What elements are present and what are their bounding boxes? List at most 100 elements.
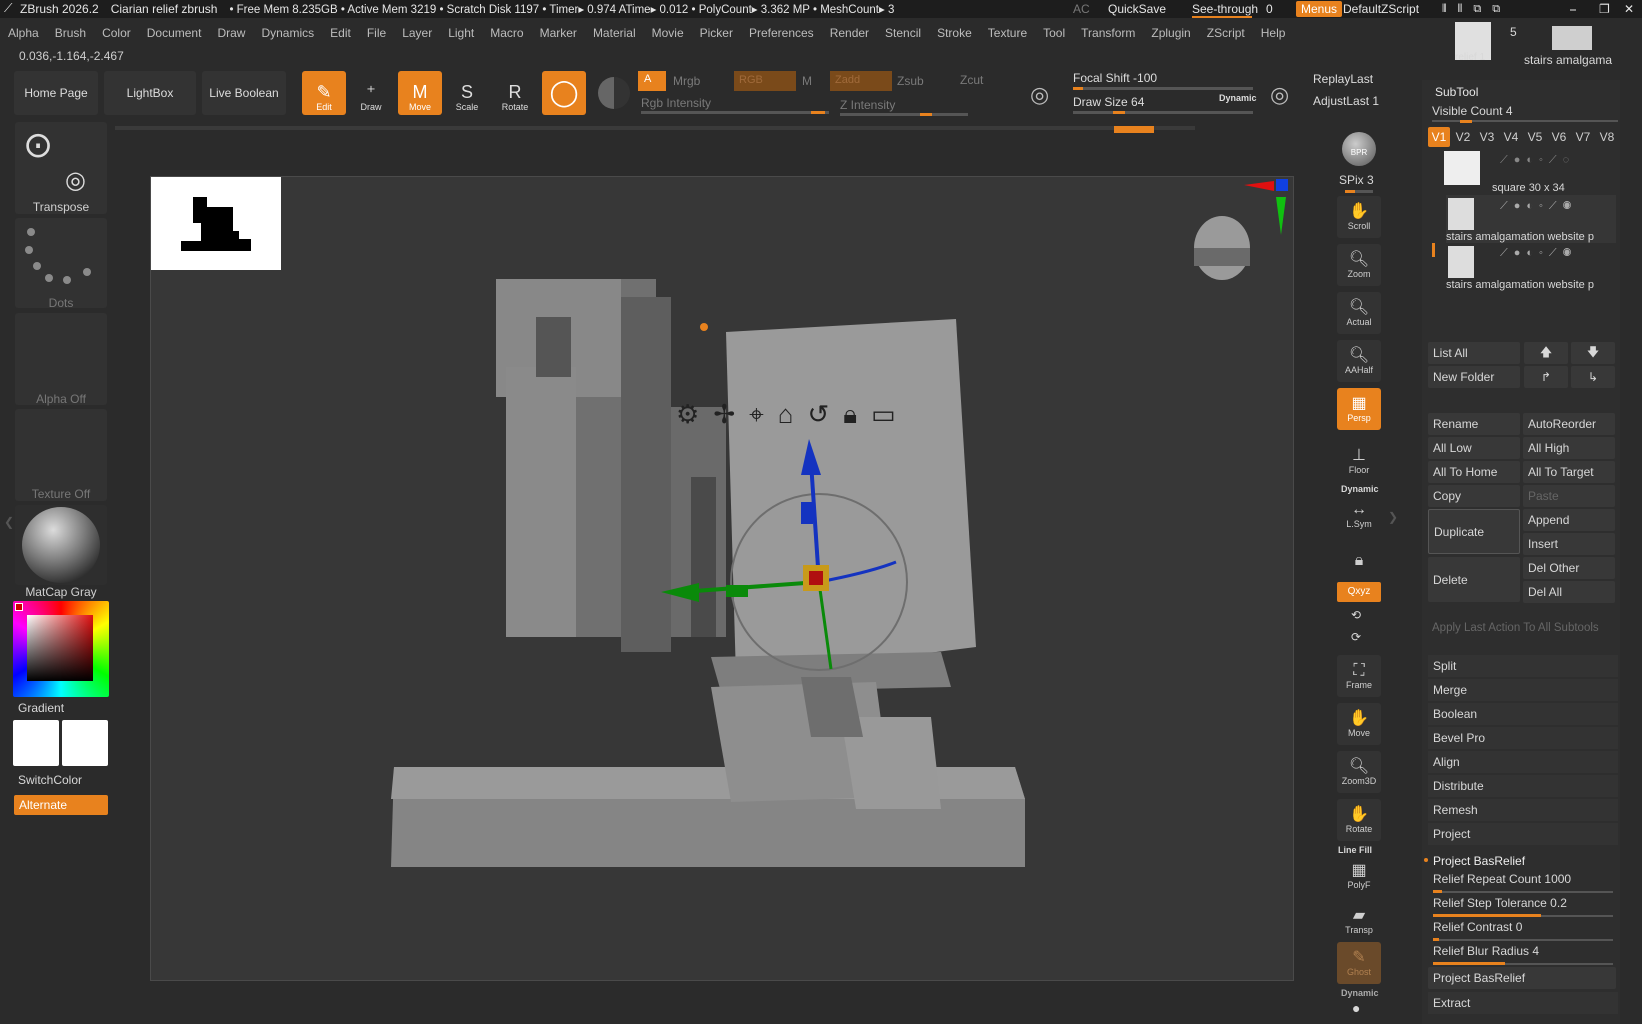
move-mode-button[interactable]: M Move [398, 71, 442, 115]
del-all-button[interactable]: Del All [1523, 581, 1615, 603]
rgb-intensity-slider[interactable] [641, 111, 829, 114]
subtool-name-1[interactable]: square 30 x 34 [1492, 182, 1565, 194]
panel-collapse-icon[interactable]: ❯ [1388, 510, 1398, 524]
transp-button[interactable]: ▰ Transp [1337, 900, 1381, 942]
section-align[interactable]: Align [1428, 751, 1618, 773]
color-picker[interactable] [13, 601, 109, 697]
menu-movie[interactable]: Movie [644, 26, 692, 40]
gizmo-pin-icon[interactable]: ✢ [713, 399, 735, 431]
menu-zscript[interactable]: ZScript [1199, 26, 1253, 40]
version-tab-v4[interactable]: V4 [1500, 127, 1522, 147]
frame-button[interactable]: ⛶ Frame [1337, 655, 1381, 697]
rename-button[interactable]: Rename [1428, 413, 1520, 435]
window-layout-icons[interactable]: ⫴ ⫴ ⧉ ⧉ [1442, 0, 1504, 18]
menu-brush[interactable]: Brush [47, 26, 94, 40]
minimize-icon[interactable]: ⎯ [1570, 0, 1576, 18]
subtool-name-2[interactable]: stairs amalgamation website p [1446, 231, 1594, 243]
subtool-icons-3[interactable]: ⟋●◐◦⟋◉ [1500, 247, 1577, 260]
persp-button[interactable]: ▦ Persp [1337, 388, 1381, 430]
menu-file[interactable]: File [359, 26, 394, 40]
canvas-viewport[interactable]: ⚙ ✢ ⌖ ⌂ ↺ 🔒︎ ▭ [150, 176, 1294, 981]
menu-light[interactable]: Light [440, 26, 482, 40]
gizmo-reset-icon[interactable]: ↺ [807, 399, 829, 431]
relief-blur-radius-slider[interactable]: Relief Blur Radius 4 [1428, 944, 1618, 966]
menu-render[interactable]: Render [822, 26, 877, 40]
stairs-tool-thumbnail[interactable] [1552, 26, 1592, 50]
folder-in-icon[interactable]: ↳ [1571, 366, 1615, 388]
duplicate-button[interactable]: Duplicate [1428, 509, 1520, 554]
edit-mode-button[interactable]: ✎ Edit [302, 71, 346, 115]
rotate-view-button[interactable]: ✋ Rotate [1337, 799, 1381, 841]
restore-icon[interactable]: ❐ [1599, 0, 1610, 18]
solo-icon[interactable]: ● [1352, 1000, 1360, 1016]
version-tab-v8[interactable]: V8 [1596, 127, 1618, 147]
draw-size-slider[interactable] [1073, 111, 1253, 114]
scroll-button[interactable]: ✋ Scroll [1337, 196, 1381, 238]
subtool-thumb-stairs-1[interactable] [1448, 198, 1474, 230]
zsub-toggle[interactable]: Zsub [897, 74, 924, 88]
menu-transform[interactable]: Transform [1073, 26, 1143, 40]
insert-button[interactable]: Insert [1523, 533, 1615, 555]
version-tab-v7[interactable]: V7 [1572, 127, 1594, 147]
dynamic-label[interactable]: Dynamic [1219, 93, 1257, 103]
version-tab-v2[interactable]: V2 [1452, 127, 1474, 147]
section-merge[interactable]: Merge [1428, 679, 1618, 701]
rotate-z-icon[interactable]: ⟳ [1351, 630, 1361, 644]
zoom3d-button[interactable]: 🔍︎ Zoom3D [1337, 751, 1381, 793]
all-to-home-button[interactable]: All To Home [1428, 461, 1520, 483]
all-high-button[interactable]: All High [1523, 437, 1615, 459]
focal-shift-slider[interactable] [1073, 87, 1253, 90]
menu-texture[interactable]: Texture [980, 26, 1035, 40]
menu-draw[interactable]: Draw [209, 26, 253, 40]
menu-help[interactable]: Help [1253, 26, 1294, 40]
menu-stroke[interactable]: Stroke [929, 26, 980, 40]
draw-mode-button[interactable]: ⁺ Draw [349, 71, 393, 115]
adjust-icon[interactable]: ◎ [1270, 82, 1289, 108]
relief-repeat-count-slider[interactable]: Relief Repeat Count 1000 [1428, 872, 1618, 894]
relief-contrast-slider[interactable]: Relief Contrast 0 [1428, 920, 1618, 942]
section-distribute[interactable]: Distribute [1428, 775, 1618, 797]
apply-last-action-button[interactable]: Apply Last Action To All Subtools [1432, 622, 1599, 634]
close-icon[interactable]: ✕ [1624, 0, 1634, 18]
folder-out-icon[interactable]: ↱ [1524, 366, 1568, 388]
bpr-button[interactable]: BPR [1337, 128, 1381, 170]
shelf-scroll-thumb[interactable] [1114, 126, 1154, 133]
home-page-button[interactable]: Home Page [14, 71, 98, 115]
menu-preferences[interactable]: Preferences [741, 26, 822, 40]
gizmo-toggle-button[interactable]: ◯ [542, 71, 586, 115]
default-zscript-button[interactable]: DefaultZScript [1343, 0, 1419, 18]
material-sphere-icon[interactable] [598, 77, 630, 109]
menu-material[interactable]: Material [585, 26, 644, 40]
menu-zplugin[interactable]: Zplugin [1143, 26, 1198, 40]
del-other-button[interactable]: Del Other [1523, 557, 1615, 579]
auto-reorder-button[interactable]: AutoReorder [1523, 413, 1615, 435]
menu-dynamics[interactable]: Dynamics [253, 26, 322, 40]
section-bevel-pro[interactable]: Bevel Pro [1428, 727, 1618, 749]
gizmo-location-icon[interactable]: ⌖ [749, 399, 764, 431]
subtool-title[interactable]: SubTool [1435, 85, 1478, 99]
lsym-button[interactable]: ↔ L.Sym [1337, 494, 1381, 536]
menus-toggle[interactable]: Menus [1296, 1, 1343, 17]
polyf-button[interactable]: ▦ PolyF [1337, 855, 1381, 897]
subtool-icons-1[interactable]: ⟋●◐◦⟋◌ [1500, 154, 1575, 167]
shelf-scroll-track[interactable] [115, 126, 1195, 130]
a-toggle[interactable]: A [638, 71, 666, 91]
subtool-thumb-square[interactable] [1444, 151, 1480, 185]
version-tab-v3[interactable]: V3 [1476, 127, 1498, 147]
section-project[interactable]: Project [1428, 823, 1618, 845]
menu-alpha[interactable]: Alpha [0, 26, 47, 40]
main-color-swatch[interactable] [15, 603, 23, 611]
alternate-button[interactable]: Alternate [14, 795, 108, 815]
version-tab-v5[interactable]: V5 [1524, 127, 1546, 147]
subtool-icons-2[interactable]: ⟋●◐◦⟋◉ [1500, 200, 1577, 213]
gizmo-settings-icon[interactable]: ⚙ [676, 399, 699, 431]
left-panel-collapse-icon[interactable]: ❮ [4, 515, 14, 529]
secondary-color-swatch[interactable] [62, 720, 108, 766]
scale-mode-button[interactable]: S Scale [445, 71, 489, 115]
actual-button[interactable]: 🔍︎ Actual [1337, 292, 1381, 334]
paste-button[interactable]: Paste [1523, 485, 1615, 507]
subtool-name-3[interactable]: stairs amalgamation website p [1446, 279, 1594, 291]
quicksave-button[interactable]: QuickSave [1108, 0, 1166, 18]
menu-document[interactable]: Document [139, 26, 210, 40]
copy-button[interactable]: Copy [1428, 485, 1520, 507]
